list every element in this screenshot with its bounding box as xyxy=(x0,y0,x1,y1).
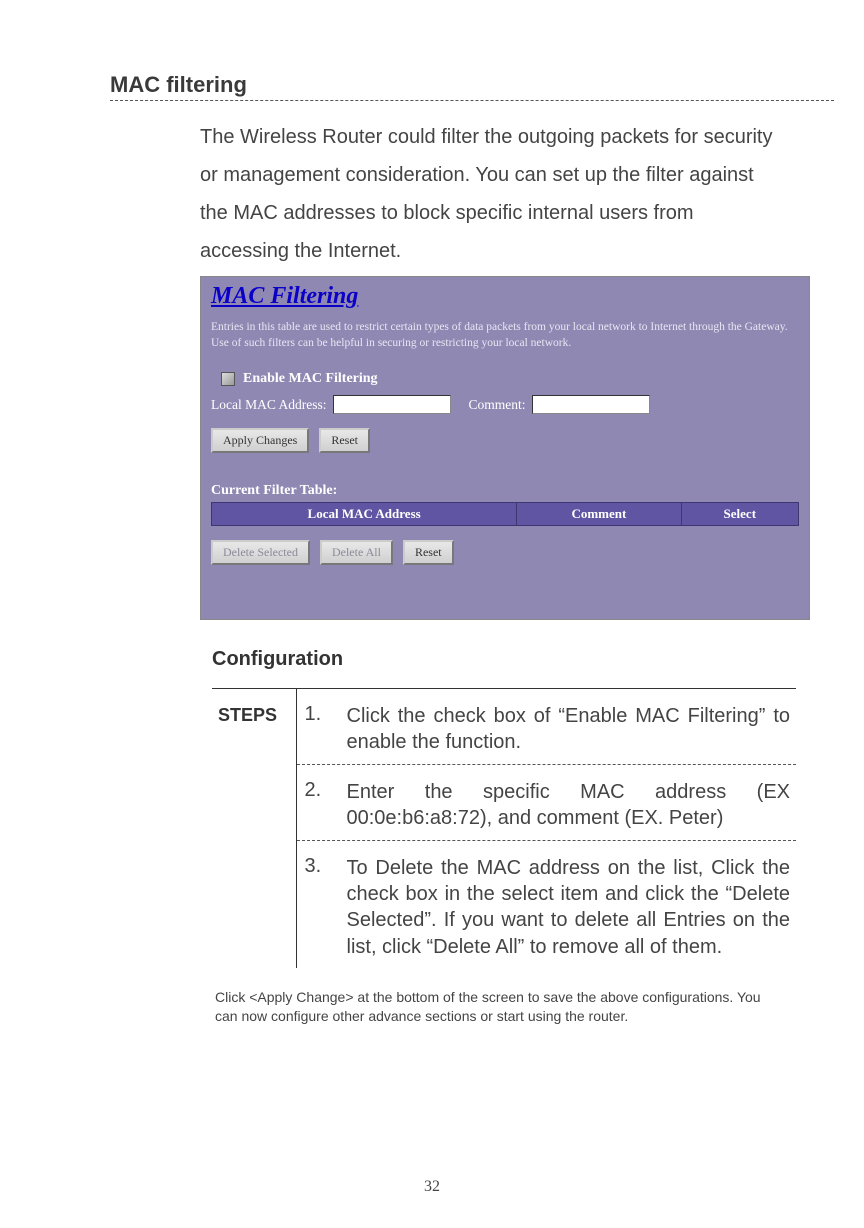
current-filter-table-label: Current Filter Table: xyxy=(211,483,799,499)
reset-button[interactable]: Reset xyxy=(319,428,370,453)
reset-table-button[interactable]: Reset xyxy=(403,540,454,565)
mac-filtering-panel: MAC Filtering Entries in this table are … xyxy=(200,276,810,620)
footnote: Click <Apply Change> at the bottom of th… xyxy=(215,988,785,1026)
page-title: MAC filtering xyxy=(110,72,247,98)
title-divider xyxy=(110,100,834,101)
step-text: Enter the specific MAC address (EX 00:0e… xyxy=(347,779,791,832)
panel-description: Entries in this table are used to restri… xyxy=(211,320,799,351)
steps-table: STEPS 1. Click the check box of “Enable … xyxy=(212,688,796,968)
page-number: 32 xyxy=(0,1178,864,1196)
step-row: 2. Enter the specific MAC address (EX 00… xyxy=(297,764,797,840)
enable-mac-filtering-label: Enable MAC Filtering xyxy=(243,371,378,387)
col-header-select: Select xyxy=(681,503,798,526)
apply-changes-button[interactable]: Apply Changes xyxy=(211,428,309,453)
local-mac-address-input[interactable] xyxy=(333,395,451,414)
step-number: 3. xyxy=(305,855,347,961)
step-row: 1. Click the check box of “Enable MAC Fi… xyxy=(297,689,797,764)
delete-selected-button[interactable]: Delete Selected xyxy=(211,540,310,565)
enable-mac-filtering-checkbox[interactable] xyxy=(221,372,235,386)
intro-paragraph: The Wireless Router could filter the out… xyxy=(200,118,780,270)
comment-label: Comment: xyxy=(469,397,526,413)
step-number: 1. xyxy=(305,703,347,756)
step-row: 3. To Delete the MAC address on the list… xyxy=(297,840,797,969)
local-mac-address-label: Local MAC Address: xyxy=(211,397,327,413)
filter-table: Local MAC Address Comment Select xyxy=(211,502,799,526)
panel-heading: MAC Filtering xyxy=(211,283,799,310)
col-header-comment: Comment xyxy=(517,503,681,526)
step-number: 2. xyxy=(305,779,347,832)
col-header-mac: Local MAC Address xyxy=(212,503,517,526)
comment-input[interactable] xyxy=(532,395,650,414)
step-text: To Delete the MAC address on the list, C… xyxy=(347,855,791,961)
configuration-heading: Configuration xyxy=(212,648,343,671)
step-text: Click the check box of “Enable MAC Filte… xyxy=(347,703,791,756)
delete-all-button[interactable]: Delete All xyxy=(320,540,393,565)
steps-header: STEPS xyxy=(212,689,296,969)
